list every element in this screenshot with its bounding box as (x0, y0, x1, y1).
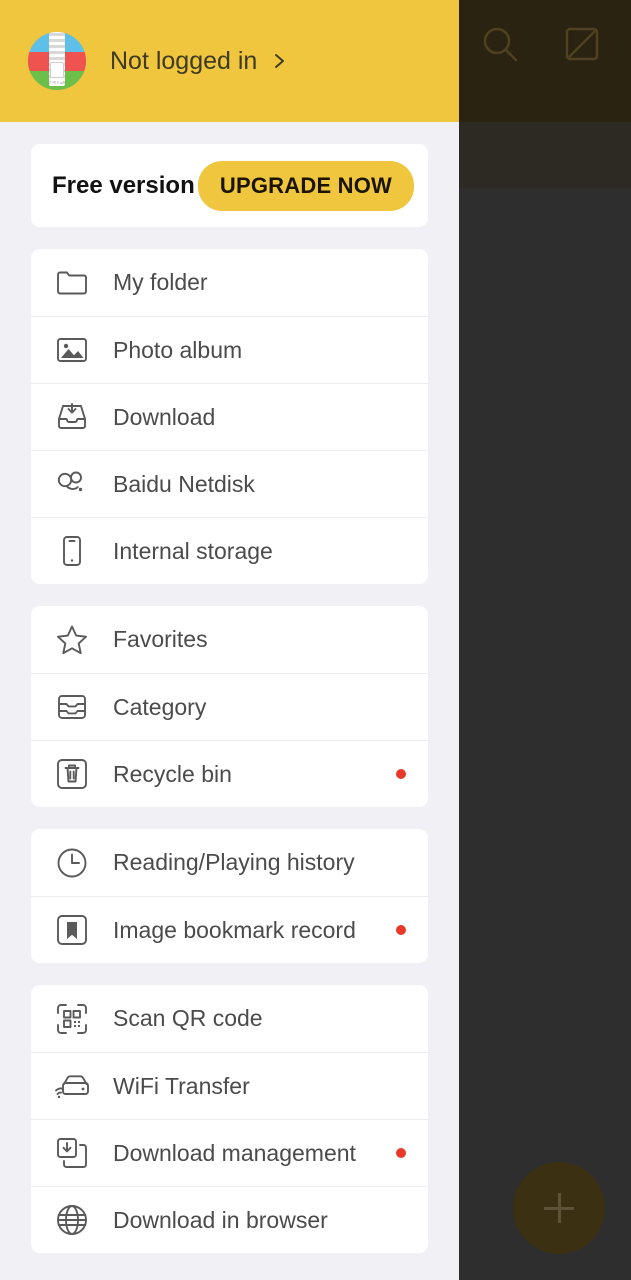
trash-icon (53, 755, 91, 793)
menu-item-photo-album[interactable]: Photo album (31, 316, 428, 383)
category-icon (53, 688, 91, 726)
menu-item-label: Download (113, 403, 216, 430)
menu-item-label: WiFi Transfer (113, 1072, 250, 1099)
avatar-badge-label: ZIP (50, 77, 64, 86)
menu-item-label: Internal storage (113, 537, 273, 564)
search-icon[interactable] (478, 22, 522, 66)
menu-item-label: Download in browser (113, 1206, 328, 1233)
drawer-header[interactable]: ZIP Not logged in (0, 0, 459, 122)
menu-item-label: My folder (113, 269, 208, 295)
menu-item-download-management[interactable]: Download management (31, 1119, 428, 1186)
menu-card: My folder Photo album Download Baidu Netdis… (31, 249, 428, 584)
menu-item-recycle-bin[interactable]: Recycle bin (31, 740, 428, 807)
clock-icon (53, 844, 91, 882)
image-icon (53, 331, 91, 369)
menu-item-label: Photo album (113, 336, 243, 363)
menu-item-label: Baidu Netdisk (113, 470, 255, 497)
phone-icon (53, 532, 91, 570)
menu-item-baidu-netdisk[interactable]: Baidu Netdisk (31, 450, 428, 517)
free-version-label: Free version (52, 171, 195, 199)
baidu-netdisk-icon (53, 465, 91, 503)
menu-item-label: Favorites (113, 626, 208, 652)
menu-item-label: Download management (113, 1139, 356, 1166)
inbox-download-icon (53, 398, 91, 436)
menu-item-label: Reading/Playing history (113, 849, 355, 875)
edit-icon[interactable] (560, 22, 604, 66)
notification-dot (396, 925, 406, 935)
menu-item-favorites[interactable]: Favorites (31, 606, 428, 673)
menu-item-download[interactable]: Download (31, 383, 428, 450)
drawer-body: Free version UPGRADE NOW My folder Photo … (0, 144, 459, 1253)
menu-card: Favorites Category Recycle bin (31, 606, 428, 807)
chevron-right-icon (271, 53, 287, 69)
zip-avatar-icon[interactable]: ZIP (28, 32, 86, 90)
menu-item-label: Scan QR code (113, 1005, 263, 1031)
menu-item-scan-qr-code[interactable]: Scan QR code (31, 985, 428, 1052)
folder-icon (53, 264, 91, 302)
navigation-drawer: ZIP Not logged in Free version UPGRADE N… (0, 0, 459, 1280)
upgrade-now-button[interactable]: UPGRADE NOW (197, 160, 414, 211)
bookmark-icon (53, 911, 91, 949)
menu-item-image-bookmark-record[interactable]: Image bookmark record (31, 896, 428, 963)
star-icon (53, 621, 91, 659)
plus-icon (544, 1193, 574, 1223)
qr-scan-icon (53, 1000, 91, 1038)
upgrade-card: Free version UPGRADE NOW (31, 144, 428, 227)
menu-item-label: Image bookmark record (113, 916, 356, 943)
menu-item-label: Category (113, 693, 207, 720)
menu-item-reading-playing-history[interactable]: Reading/Playing history (31, 829, 428, 896)
menu-item-download-in-browser[interactable]: Download in browser (31, 1186, 428, 1253)
menu-card: Scan QR code WiFi Transfer Download manage… (31, 985, 428, 1253)
globe-icon (53, 1201, 91, 1239)
menu-groups: My folder Photo album Download Baidu Netdis… (0, 249, 459, 1253)
wifi-transfer-icon (53, 1067, 91, 1105)
menu-item-wifi-transfer[interactable]: WiFi Transfer (31, 1052, 428, 1119)
menu-item-internal-storage[interactable]: Internal storage (31, 517, 428, 584)
menu-item-label: Recycle bin (113, 760, 232, 787)
menu-item-my-folder[interactable]: My folder (31, 249, 428, 316)
menu-item-category[interactable]: Category (31, 673, 428, 740)
add-fab-button[interactable] (513, 1162, 605, 1254)
download-stack-icon (53, 1134, 91, 1172)
account-status-label: Not logged in (110, 46, 258, 75)
menu-card: Reading/Playing history Image bookmark re… (31, 829, 428, 963)
notification-dot (396, 769, 406, 779)
notification-dot (396, 1148, 406, 1158)
